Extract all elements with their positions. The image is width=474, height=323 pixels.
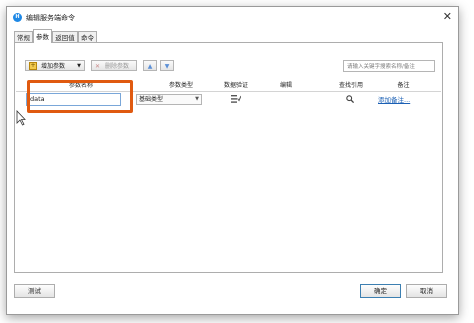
- column-header-type: 参数类型: [168, 82, 193, 89]
- param-type-value: 基础类型: [139, 96, 164, 103]
- move-up-button[interactable]: ▲: [143, 60, 157, 71]
- add-param-label: 增加参数: [41, 63, 66, 70]
- move-down-button[interactable]: ▼: [160, 60, 174, 71]
- chevron-down-icon: ▼: [195, 96, 199, 102]
- chevron-down-icon[interactable]: ▼: [77, 61, 81, 72]
- param-type-select[interactable]: 基础类型 ▼: [136, 94, 202, 105]
- column-header-edit: 编辑: [279, 82, 292, 89]
- window-title: 编辑服务端命令: [26, 14, 75, 22]
- cancel-button[interactable]: 取消: [406, 284, 447, 298]
- delete-icon: ✕: [95, 63, 101, 70]
- ok-button[interactable]: 确定: [360, 284, 401, 298]
- add-icon: +: [29, 62, 37, 70]
- params-panel: + 增加参数 ▼ ✕ 删除参数 ▲ ▼ 请输入关键字搜索名称/备注 参数名称 参…: [14, 42, 443, 273]
- column-header-find-ref: 查找引用: [338, 82, 363, 89]
- close-icon[interactable]: ✕: [443, 11, 452, 22]
- app-logo-icon: H: [13, 13, 22, 22]
- column-header-remark: 备注: [397, 82, 410, 89]
- add-remark-link[interactable]: 添加备注...: [378, 94, 410, 104]
- column-header-validation: 数据验证: [223, 82, 248, 89]
- add-param-button[interactable]: + 增加参数 ▼: [25, 60, 85, 71]
- highlight-box: [27, 80, 133, 113]
- delete-param-button[interactable]: ✕ 删除参数: [91, 60, 137, 71]
- delete-param-label: 删除参数: [105, 63, 130, 70]
- title-bar[interactable]: H 编辑服务端命令 ✕: [7, 7, 458, 27]
- search-input[interactable]: 请输入关键字搜索名称/备注: [343, 60, 435, 72]
- search-icon[interactable]: [346, 95, 354, 103]
- test-button[interactable]: 测试: [14, 284, 55, 298]
- tab-params[interactable]: 参数: [33, 29, 52, 43]
- validation-icon[interactable]: [231, 95, 241, 103]
- mouse-cursor-icon: [16, 110, 26, 126]
